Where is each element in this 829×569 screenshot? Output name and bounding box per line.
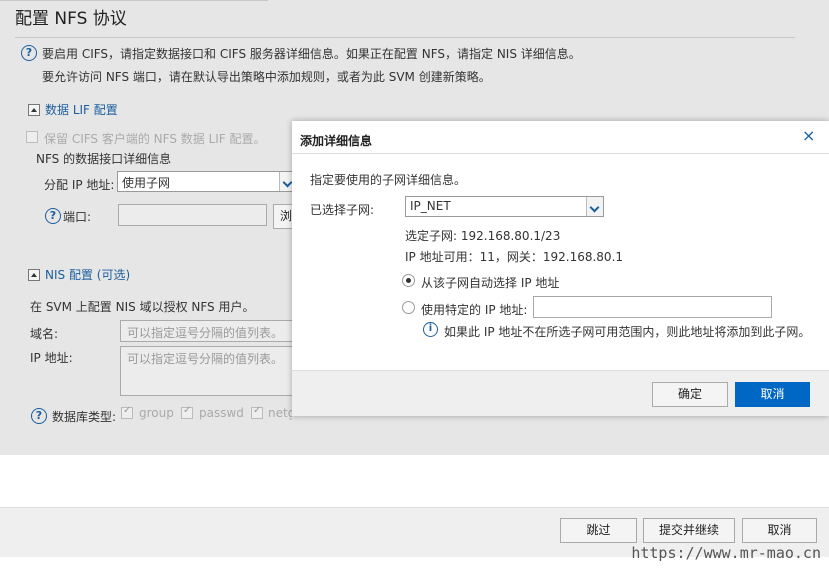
page-title: 配置 NFS 协议 bbox=[15, 9, 127, 29]
nis-description: 在 SVM 上配置 NIS 域以授权 NFS 用户。 bbox=[30, 300, 255, 314]
db-type-label: 数据库类型: bbox=[52, 410, 117, 424]
db-type-passwd-label: passwd bbox=[199, 406, 244, 420]
db-type-group-checkbox[interactable] bbox=[121, 405, 133, 419]
subnet-label: 已选择子网: bbox=[310, 203, 375, 217]
subnet-value: IP_NET bbox=[410, 199, 451, 213]
help-text-line2: 要允许访问 NFS 端口，请在默认导出策略中添加规则，或者为此 SVM 创建新策… bbox=[42, 70, 491, 84]
auto-ip-label: 从该子网自动选择 IP 地址 bbox=[421, 276, 560, 290]
submit-continue-button[interactable]: 提交并继续 bbox=[643, 518, 735, 543]
nis-section-title: NIS 配置 (可选) bbox=[45, 268, 131, 282]
help-text-line1: 要启用 CIFS，请指定数据接口和 CIFS 服务器详细信息。如果正在配置 NF… bbox=[42, 47, 581, 61]
db-type-group-label: group bbox=[139, 406, 174, 420]
dialog-header: 添加详细信息 × bbox=[292, 121, 829, 154]
specific-ip-label: 使用特定的 IP 地址: bbox=[421, 303, 528, 317]
ok-button[interactable]: 确定 bbox=[652, 382, 728, 407]
domain-label: 域名: bbox=[30, 327, 59, 341]
lif-section-header[interactable]: 数据 LIF 配置 bbox=[28, 101, 118, 118]
collapse-icon bbox=[28, 103, 40, 116]
chevron-down-icon bbox=[586, 197, 603, 216]
port-input[interactable] bbox=[118, 204, 267, 226]
domain-input[interactable]: 可以指定逗号分隔的值列表。 bbox=[120, 320, 296, 342]
assign-ip-value: 使用子网 bbox=[122, 176, 171, 190]
domain-placeholder: 可以指定逗号分隔的值列表。 bbox=[127, 326, 284, 340]
nis-ip-label: IP 地址: bbox=[30, 351, 73, 365]
nfs-details-label: NFS 的数据接口详细信息 bbox=[36, 152, 172, 166]
watermark-text: https://www.mr-mao.cn bbox=[631, 544, 821, 562]
assign-ip-select[interactable]: 使用子网 bbox=[117, 171, 297, 192]
nis-ip-placeholder: 可以指定逗号分隔的值列表。 bbox=[127, 352, 284, 366]
retain-cifs-label: 保留 CIFS 客户端的 NFS 数据 LIF 配置。 bbox=[44, 132, 266, 146]
dialog-cancel-button[interactable]: 取消 bbox=[735, 382, 810, 407]
title-divider bbox=[15, 37, 795, 38]
ip-available-info: IP 地址可用：11，网关：192.168.80.1 bbox=[405, 250, 624, 264]
db-type-netgroup-label: netg bbox=[268, 406, 292, 420]
specific-ip-input[interactable] bbox=[533, 296, 772, 318]
port-label: 端口: bbox=[63, 210, 92, 224]
footer-cancel-button[interactable]: 取消 bbox=[742, 518, 817, 543]
db-type-help-icon[interactable]: ? bbox=[31, 408, 47, 424]
close-icon[interactable]: × bbox=[802, 126, 815, 145]
port-help-icon[interactable]: ? bbox=[45, 208, 61, 224]
auto-ip-radio[interactable] bbox=[402, 274, 415, 287]
skip-button[interactable]: 跳过 bbox=[560, 518, 637, 543]
info-note: 如果此 IP 地址不在所选子网可用范围内，则此地址将添加到此子网。 bbox=[444, 325, 811, 339]
nis-ip-textarea[interactable]: 可以指定逗号分隔的值列表。 bbox=[120, 346, 296, 396]
specific-ip-radio[interactable] bbox=[402, 301, 415, 314]
collapse-icon bbox=[28, 268, 40, 281]
nis-section-header[interactable]: NIS 配置 (可选) bbox=[28, 266, 130, 283]
add-details-dialog: 添加详细信息 × 指定要使用的子网详细信息。 已选择子网: IP_NET 选定子… bbox=[292, 121, 829, 416]
dialog-title: 添加详细信息 bbox=[300, 134, 373, 148]
info-icon: i bbox=[423, 322, 438, 337]
assign-ip-label: 分配 IP 地址: bbox=[44, 178, 115, 192]
dialog-footer: 确定 取消 bbox=[292, 370, 829, 416]
retain-cifs-checkbox[interactable] bbox=[26, 131, 38, 143]
top-divider bbox=[0, 0, 268, 1]
selected-subnet-info: 选定子网: 192.168.80.1/23 bbox=[405, 229, 561, 243]
db-type-netgroup-checkbox[interactable] bbox=[251, 405, 263, 419]
help-icon[interactable]: ? bbox=[21, 45, 37, 61]
subnet-select[interactable]: IP_NET bbox=[405, 196, 604, 217]
dialog-instruction: 指定要使用的子网详细信息。 bbox=[310, 173, 467, 187]
db-type-passwd-checkbox[interactable] bbox=[181, 405, 193, 419]
lif-section-title: 数据 LIF 配置 bbox=[45, 103, 118, 117]
